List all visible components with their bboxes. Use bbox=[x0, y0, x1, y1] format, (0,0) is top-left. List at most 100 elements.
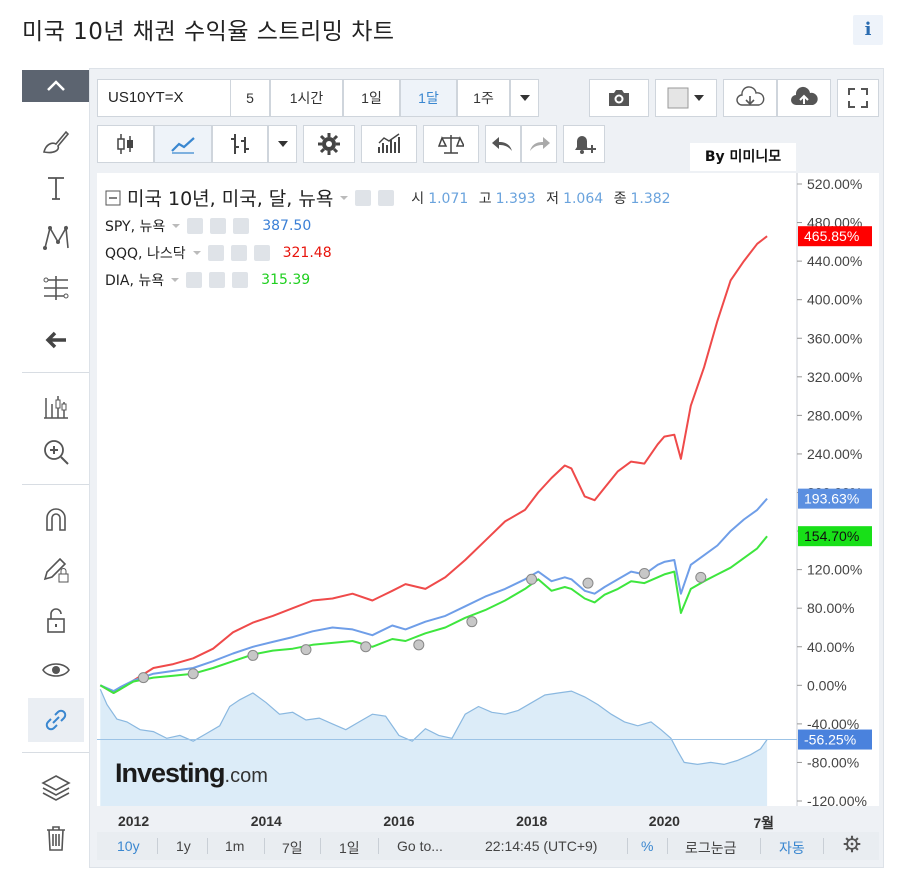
qqq-last-value-tag: 465.85% bbox=[804, 228, 859, 244]
gear-icon[interactable] bbox=[230, 245, 247, 261]
interval-1h[interactable]: 1시간 bbox=[270, 79, 343, 117]
y-tick-label: 0.00% bbox=[807, 677, 847, 693]
log-scale-toggle[interactable]: 로그눈금 bbox=[685, 838, 737, 858]
indicators-button[interactable] bbox=[361, 125, 417, 163]
series-line-spy bbox=[99, 497, 768, 693]
indicator-type-button[interactable] bbox=[212, 125, 268, 163]
ohlc-values: 시 1.071 고 1.393 저 1.064 종 1.382 bbox=[411, 188, 676, 208]
y-tick-label: -40.00% bbox=[807, 716, 859, 732]
interval-1mo[interactable]: 1달 bbox=[400, 79, 457, 117]
caret-down-icon[interactable] bbox=[339, 193, 349, 203]
us10y-last-value-tag: -56.25% bbox=[804, 732, 856, 748]
gear-icon[interactable] bbox=[209, 272, 226, 288]
undo-button[interactable] bbox=[485, 125, 521, 163]
fib-tool-button[interactable] bbox=[28, 266, 84, 310]
y-tick-label: 40.00% bbox=[807, 639, 854, 655]
main-legend: 미국 10년, 미국, 달, 뉴욕 시 1.071 고 1.393 저 1.064 종… bbox=[105, 184, 677, 211]
candlestick-type-button[interactable] bbox=[97, 125, 154, 163]
pattern-tool-button[interactable] bbox=[28, 216, 84, 260]
watermark: By 미미니모 bbox=[690, 143, 796, 171]
interval-dropdown[interactable] bbox=[510, 79, 539, 117]
event-marker bbox=[638, 567, 650, 579]
x-tick-label: 2018 bbox=[516, 813, 548, 829]
add-alert-button[interactable] bbox=[563, 125, 605, 163]
lock-drawing-button[interactable] bbox=[28, 548, 84, 592]
range-1d[interactable]: 1일 bbox=[339, 838, 360, 858]
eye-icon[interactable] bbox=[187, 218, 204, 234]
x-tick-label: 7월 bbox=[753, 815, 774, 831]
redo-button[interactable] bbox=[521, 125, 557, 163]
series-name: SPY, 뉴욕 bbox=[105, 219, 166, 235]
link-button[interactable] bbox=[28, 698, 84, 742]
screenshot-button[interactable] bbox=[589, 79, 649, 117]
layers-button[interactable] bbox=[28, 766, 84, 810]
chart-svg: 520.00%480.00%440.00%400.00%360.00%320.0… bbox=[97, 173, 872, 806]
close-icon[interactable] bbox=[253, 245, 270, 261]
y-tick-label: 120.00% bbox=[807, 562, 862, 578]
settings-button[interactable] bbox=[843, 835, 861, 856]
collapse-toolbar-button[interactable] bbox=[22, 70, 90, 102]
range-7d[interactable]: 7일 bbox=[282, 838, 303, 858]
high-value: 1.393 bbox=[495, 190, 536, 207]
goto-button[interactable]: Go to... bbox=[397, 838, 443, 854]
brush-tool-button[interactable] bbox=[28, 120, 84, 164]
unlock-button[interactable] bbox=[28, 598, 84, 642]
eye-icon[interactable] bbox=[207, 245, 224, 261]
y-tick-label: 440.00% bbox=[807, 253, 862, 269]
legend-qqq: QQQ, 나스닥 321.48 bbox=[105, 243, 332, 263]
info-icon[interactable]: i bbox=[853, 15, 883, 45]
gear-icon[interactable] bbox=[210, 218, 227, 234]
close-label: 종 bbox=[613, 190, 627, 207]
interval-1w[interactable]: 1주 bbox=[457, 79, 510, 117]
y-tick-label: 280.00% bbox=[807, 407, 862, 423]
line-type-button[interactable] bbox=[154, 125, 212, 163]
interval-1d[interactable]: 1일 bbox=[343, 79, 400, 117]
clock-readout: 22:14:45 (UTC+9) bbox=[485, 838, 598, 854]
percent-toggle[interactable]: % bbox=[641, 838, 653, 854]
low-value: 1.064 bbox=[563, 190, 604, 207]
caret-down-icon[interactable] bbox=[171, 221, 181, 231]
ohlc-bars-icon bbox=[231, 134, 249, 154]
spy-last-value-tag: 193.63% bbox=[804, 491, 859, 507]
download-button[interactable] bbox=[723, 79, 777, 117]
delete-button[interactable] bbox=[28, 816, 84, 860]
interval-5[interactable]: 5 bbox=[230, 79, 270, 117]
caret-down-icon[interactable] bbox=[170, 275, 180, 285]
back-button[interactable] bbox=[28, 318, 84, 362]
range-1m[interactable]: 1m bbox=[225, 838, 244, 854]
close-icon[interactable] bbox=[232, 272, 249, 288]
measure-tool-button[interactable] bbox=[28, 384, 84, 428]
range-10y[interactable]: 10y bbox=[117, 838, 140, 854]
gear-icon[interactable] bbox=[378, 189, 395, 206]
chart-area[interactable]: 520.00% 480.00% 440.00% 400.00% 360.00% 320.0… bbox=[97, 173, 879, 806]
magnet-button[interactable] bbox=[28, 498, 84, 542]
undo-icon bbox=[492, 137, 512, 151]
y-tick-label: 400.00% bbox=[807, 292, 862, 308]
upload-button[interactable] bbox=[777, 79, 831, 117]
eye-icon[interactable] bbox=[186, 272, 203, 288]
close-icon[interactable] bbox=[233, 218, 250, 234]
chart-style-dropdown[interactable] bbox=[655, 79, 717, 117]
chart-type-dropdown[interactable] bbox=[268, 125, 297, 163]
series-value: 321.48 bbox=[282, 245, 332, 261]
event-marker bbox=[582, 577, 594, 589]
chevron-up-icon bbox=[47, 80, 65, 91]
compare-button[interactable] bbox=[423, 125, 479, 163]
text-tool-button[interactable] bbox=[28, 166, 84, 210]
auto-scale-toggle[interactable]: 자동 bbox=[779, 838, 805, 858]
investing-logo: Investing.com bbox=[115, 758, 268, 789]
x-tick-label: 2012 bbox=[117, 813, 150, 829]
zoom-in-button[interactable] bbox=[28, 430, 84, 474]
visibility-button[interactable] bbox=[28, 648, 84, 692]
event-marker bbox=[300, 644, 312, 656]
legend-dia: DIA, 뉴욕 315.39 bbox=[105, 270, 310, 290]
series-line-dia bbox=[99, 535, 768, 694]
candlestick-icon bbox=[116, 134, 133, 154]
range-1y[interactable]: 1y bbox=[176, 838, 191, 854]
settings-button[interactable] bbox=[303, 125, 355, 163]
caret-down-icon[interactable] bbox=[192, 248, 202, 258]
eye-icon[interactable] bbox=[355, 189, 372, 206]
symbol-input[interactable]: US10YT=X bbox=[97, 79, 231, 117]
fullscreen-button[interactable] bbox=[837, 79, 879, 117]
collapse-legend-icon[interactable] bbox=[105, 190, 121, 206]
